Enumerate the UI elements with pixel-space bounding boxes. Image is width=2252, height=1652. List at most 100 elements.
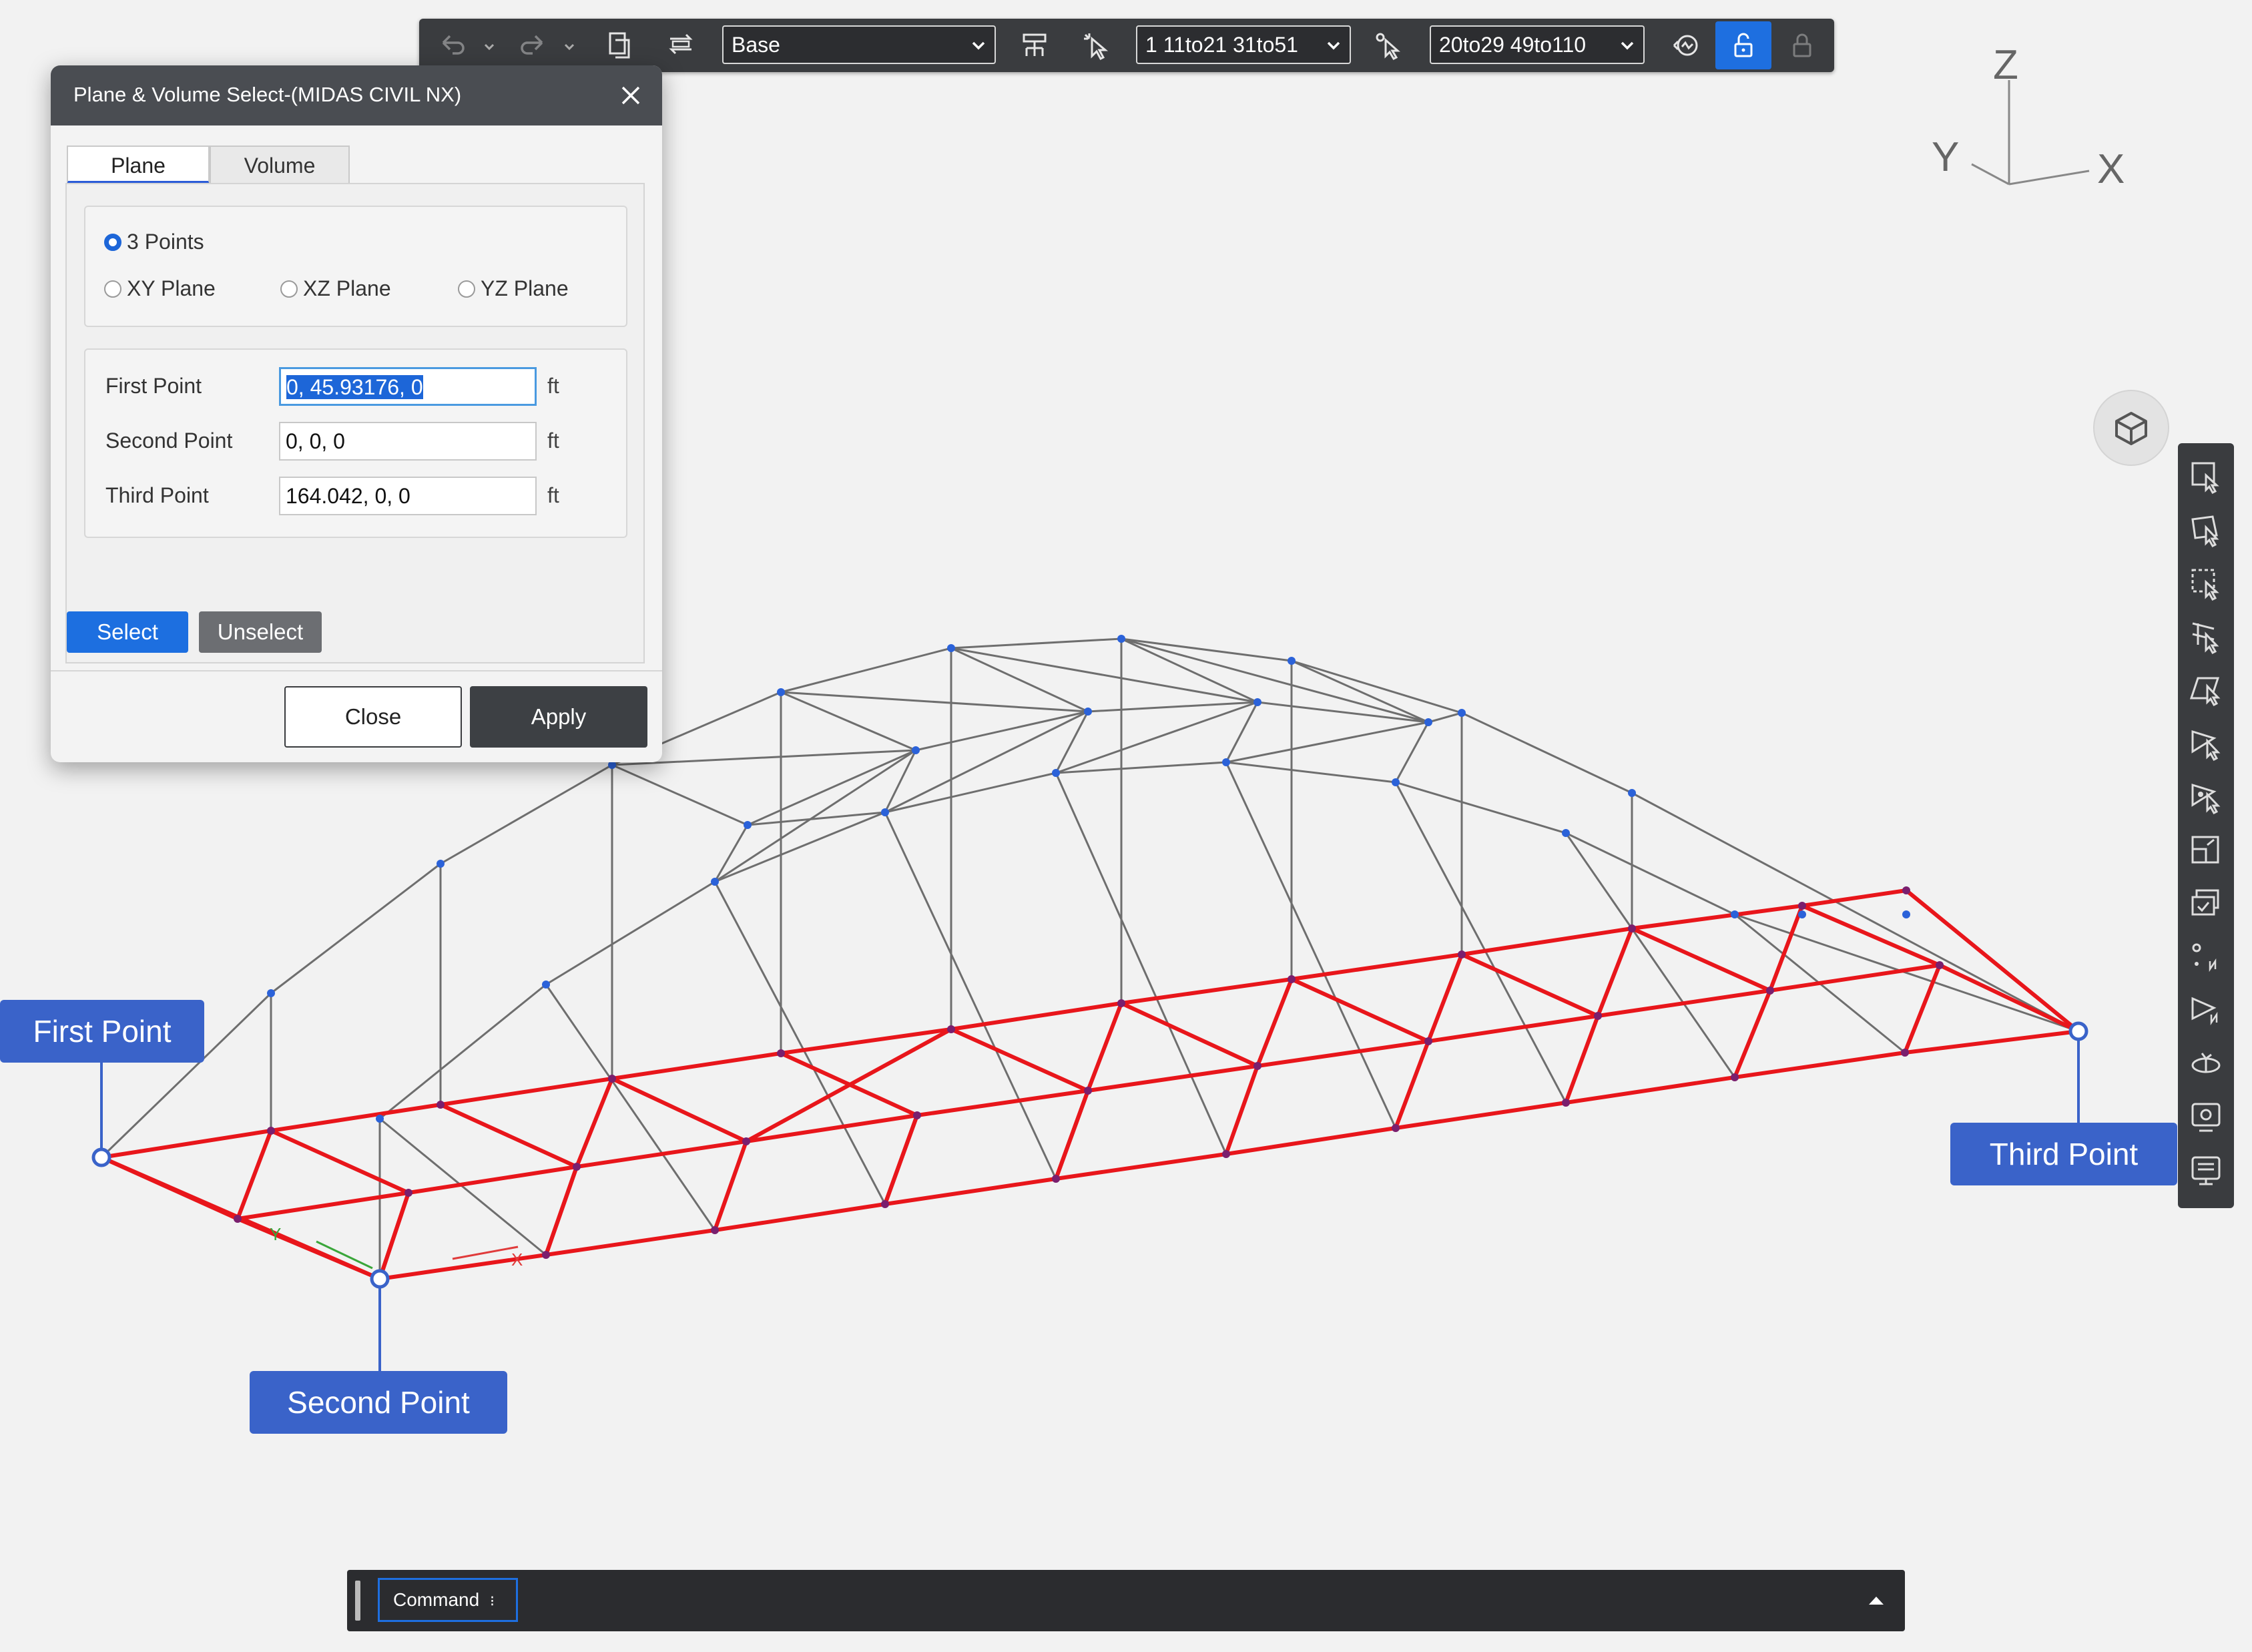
node[interactable] xyxy=(234,1215,242,1223)
deck-member[interactable] xyxy=(883,1114,919,1205)
command-input[interactable]: Command ⁝ xyxy=(378,1578,518,1622)
arch-member[interactable] xyxy=(1428,712,1462,724)
deck-member[interactable] xyxy=(1426,953,1464,1043)
deck-member[interactable] xyxy=(575,1077,614,1168)
deck-member[interactable] xyxy=(916,1089,1089,1117)
close-icon[interactable] xyxy=(613,77,649,113)
deck-member[interactable] xyxy=(1055,1152,1227,1181)
node[interactable] xyxy=(947,644,955,652)
undo-icon[interactable] xyxy=(431,24,474,67)
arch-member[interactable] xyxy=(950,637,1122,649)
display-list-icon[interactable] xyxy=(2187,1152,2225,1189)
deck-member[interactable] xyxy=(545,1228,716,1257)
deck-member[interactable] xyxy=(1086,1002,1123,1092)
close-button[interactable]: Close xyxy=(284,686,462,748)
select-button[interactable]: Select xyxy=(67,611,188,653)
deck-member[interactable] xyxy=(100,1155,239,1221)
arch-member[interactable] xyxy=(1225,761,1396,784)
deck-member[interactable] xyxy=(1734,1051,1906,1079)
node[interactable] xyxy=(1117,635,1125,643)
arch-member[interactable] xyxy=(884,772,1057,814)
arch-member[interactable] xyxy=(1225,721,1429,764)
deck-member[interactable] xyxy=(950,1027,1089,1093)
node[interactable] xyxy=(437,1101,445,1109)
node[interactable] xyxy=(608,1075,616,1083)
arch-member[interactable] xyxy=(545,984,716,1231)
node[interactable] xyxy=(1902,910,1910,918)
node[interactable] xyxy=(542,1251,550,1259)
deck-member[interactable] xyxy=(1087,1064,1258,1093)
select-polygon-icon[interactable] xyxy=(2187,565,2225,602)
expand-up-icon[interactable] xyxy=(1866,1590,1886,1610)
node[interactable] xyxy=(1052,769,1060,777)
dialog-title-bar[interactable]: Plane & Volume Select-(MIDAS CIVIL NX) xyxy=(51,65,662,125)
deck-member[interactable] xyxy=(1394,1040,1430,1129)
deck-member[interactable] xyxy=(101,1129,272,1159)
node[interactable] xyxy=(1798,902,1806,910)
select-pointer-icon[interactable] xyxy=(1075,24,1117,67)
node[interactable] xyxy=(437,860,445,868)
radio-3-points[interactable]: 3 Points xyxy=(104,230,204,254)
node[interactable] xyxy=(1628,789,1636,797)
rotate-view-icon[interactable] xyxy=(2187,1045,2225,1083)
node[interactable] xyxy=(267,1127,275,1135)
node[interactable] xyxy=(1458,950,1466,958)
node[interactable] xyxy=(1594,1012,1602,1020)
grip-handle[interactable] xyxy=(355,1581,360,1621)
node-select[interactable]: 20to29 49to110 xyxy=(1430,25,1645,64)
deck-member[interactable] xyxy=(270,1103,441,1133)
deck-member[interactable] xyxy=(1564,1015,1600,1104)
node[interactable] xyxy=(711,878,719,886)
base-select[interactable]: Base xyxy=(722,25,996,64)
structure-group-icon[interactable] xyxy=(1013,24,1056,67)
select-group-icon[interactable] xyxy=(2187,832,2225,869)
node[interactable] xyxy=(1424,718,1432,726)
arch-member[interactable] xyxy=(950,647,1258,704)
deck-member[interactable] xyxy=(237,1191,409,1221)
node[interactable] xyxy=(1424,1037,1432,1045)
deck-member[interactable] xyxy=(1904,1029,2079,1055)
arch-member[interactable] xyxy=(1565,832,1736,1078)
deck-member[interactable] xyxy=(378,1192,410,1280)
deck-member[interactable] xyxy=(1460,952,1599,1018)
node[interactable] xyxy=(742,1137,750,1145)
select-volume-icon[interactable] xyxy=(2187,725,2225,762)
deck-member[interactable] xyxy=(714,1202,886,1232)
node[interactable] xyxy=(913,1111,921,1119)
document-copy-icon[interactable] xyxy=(598,24,641,67)
deck-member[interactable] xyxy=(236,1129,273,1220)
radio-xz-plane[interactable]: XZ Plane xyxy=(280,276,391,301)
previous-selection-icon[interactable] xyxy=(1665,24,1707,67)
arch-member[interactable] xyxy=(780,691,1089,713)
radio-xy-plane[interactable]: XY Plane xyxy=(104,276,216,301)
deck-member[interactable] xyxy=(1290,977,1430,1043)
arch-member[interactable] xyxy=(1055,772,1227,1155)
deck-member[interactable] xyxy=(1565,1075,1735,1105)
deck-member[interactable] xyxy=(1225,1126,1396,1156)
node[interactable] xyxy=(1052,1175,1060,1183)
deck-member[interactable] xyxy=(408,1165,577,1195)
deck-member[interactable] xyxy=(439,1103,578,1169)
node[interactable] xyxy=(912,746,920,754)
node[interactable] xyxy=(1253,1062,1261,1070)
redo-icon[interactable] xyxy=(511,24,554,67)
arch-member[interactable] xyxy=(440,764,613,865)
deck-member[interactable] xyxy=(270,1129,410,1195)
deck-member[interactable] xyxy=(1224,1065,1259,1155)
node[interactable] xyxy=(1392,1124,1400,1132)
arch-member[interactable] xyxy=(915,710,1089,752)
deck-member[interactable] xyxy=(1121,977,1292,1005)
radio-yz-plane[interactable]: YZ Plane xyxy=(458,276,569,301)
first-point-input[interactable]: 0, 45.93176, 0 xyxy=(279,367,537,406)
deck-member[interactable] xyxy=(440,1077,613,1107)
unselect-button[interactable]: Unselect xyxy=(199,611,322,653)
deck-member[interactable] xyxy=(1255,978,1294,1067)
apply-button[interactable]: Apply xyxy=(470,686,647,748)
node[interactable] xyxy=(1084,708,1092,716)
node[interactable] xyxy=(1731,1073,1739,1081)
deck-member[interactable] xyxy=(1120,1001,1259,1068)
model-transfer-icon[interactable] xyxy=(659,24,702,67)
arch-member[interactable] xyxy=(1631,792,2079,1033)
node[interactable] xyxy=(1117,999,1125,1007)
arch-member[interactable] xyxy=(1225,762,1397,1129)
